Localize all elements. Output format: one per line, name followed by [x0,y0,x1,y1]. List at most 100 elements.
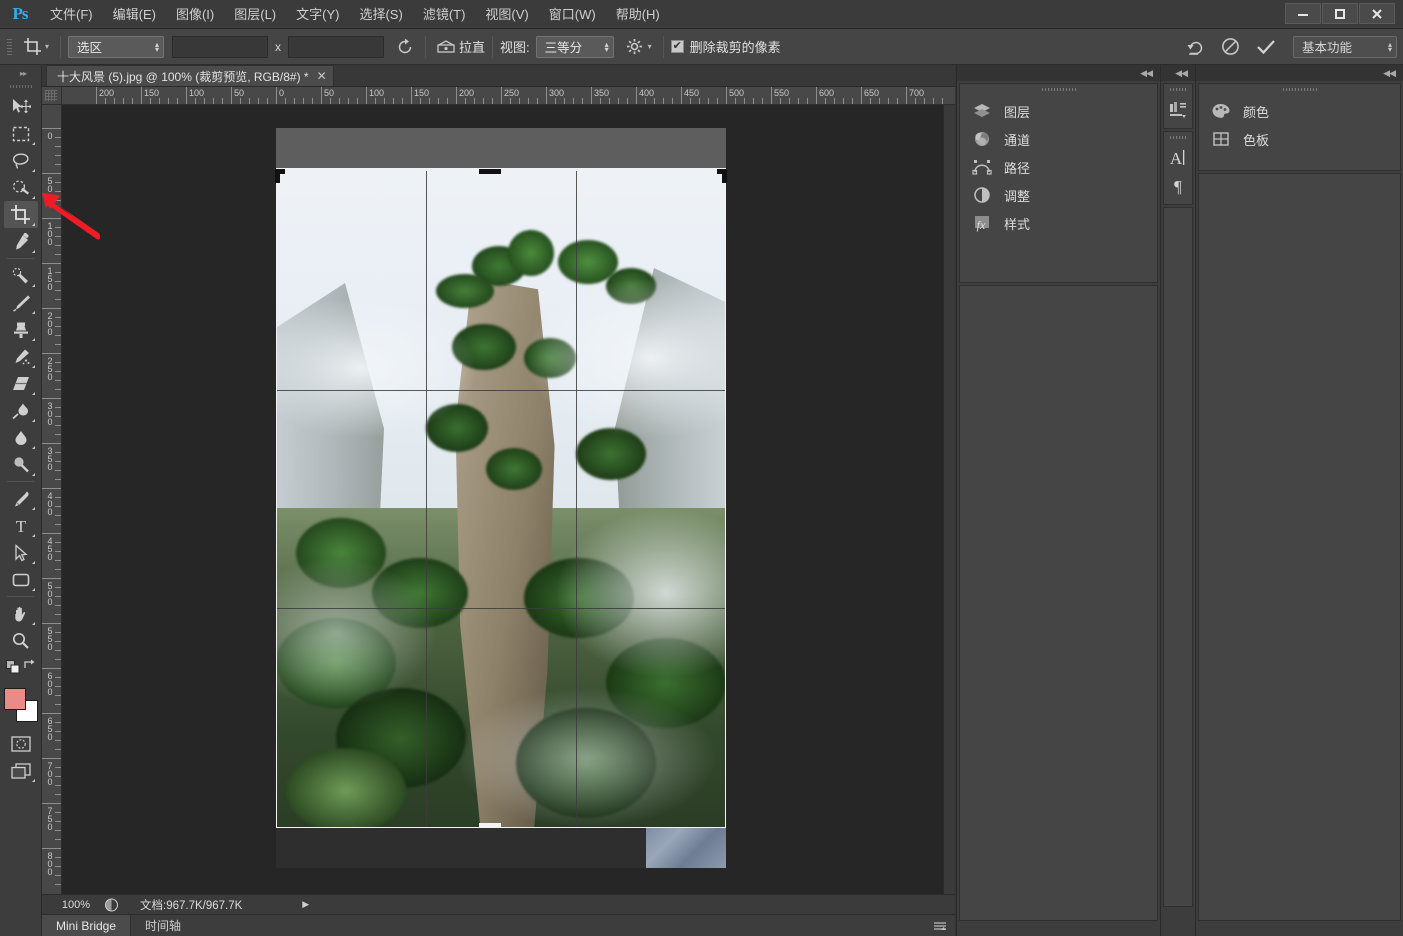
crop-handle-bottom-center[interactable] [479,823,501,828]
crop-height-input[interactable] [288,35,385,58]
crop-preset-select[interactable]: 选区 ▴ ▾ [68,35,165,58]
hand-tool[interactable] [4,600,38,627]
maximize-button[interactable] [1322,3,1358,24]
ruler-minor-tick [55,785,61,786]
menu-image[interactable]: 图像(I) [166,0,224,29]
rotate-swap-icon[interactable] [392,35,418,59]
reset-icon[interactable] [1183,35,1209,59]
crop-handle-top-left-v[interactable] [275,169,280,183]
panel-item-layers[interactable]: 图层 [960,97,1157,125]
image-document[interactable] [275,128,727,868]
clone-stamp-tool[interactable] [4,316,38,343]
document-preview-icon[interactable] [100,897,122,913]
ruler-minor-tick [789,98,790,104]
default-colors-icon[interactable] [6,660,20,674]
menu-file[interactable]: 文件(F) [40,0,103,29]
type-tool[interactable]: T [4,512,38,539]
workspace-select[interactable]: 基本功能 ▴ ▾ [1293,35,1397,58]
lasso-tool[interactable] [4,147,38,174]
crop-overlay-select[interactable]: 三等分 ▴ ▾ [535,35,614,58]
menu-view[interactable]: 视图(V) [475,0,538,29]
crop-tool-icon[interactable] [19,35,45,59]
quick-mask-toggle[interactable] [4,730,38,757]
panel-icon-histogram[interactable] [1163,96,1193,124]
eyedropper-tool[interactable] [4,228,38,255]
panel-item-channels[interactable]: 通道 [960,125,1157,153]
crop-tool-preset-caret-icon[interactable]: ▾ [45,42,49,51]
gear-caret-icon[interactable]: ▾ [648,42,652,51]
menu-select[interactable]: 选择(S) [349,0,412,29]
straighten-icon[interactable] [433,35,459,59]
healing-brush-tool[interactable] [4,262,38,289]
delete-cropped-pixels-checkbox[interactable]: ✔ 删除裁剪的像素 [670,37,781,56]
zoom-tool[interactable] [4,627,38,654]
ruler-minor-tick [123,98,124,104]
vertical-ruler[interactable]: 0501001502002503003504004505005506006507… [42,105,62,910]
panel-icon-paragraph[interactable]: ¶ [1163,172,1193,200]
tool-submenu-indicator-icon [31,169,35,172]
history-brush-tool[interactable] [4,343,38,370]
eraser-tool[interactable] [4,370,38,397]
panel-icon-character[interactable]: A [1163,144,1193,172]
crop-handle-top-center[interactable] [479,169,501,174]
blur-tool[interactable] [4,424,38,451]
close-button[interactable] [1359,3,1395,24]
panel-group-grip[interactable] [1199,84,1400,97]
options-bar-grip[interactable] [6,36,13,57]
photo-foliage [436,274,494,308]
minimize-button[interactable] [1285,3,1321,24]
panel-group-grip[interactable] [1164,84,1192,96]
pen-tool[interactable] [4,485,38,512]
ruler-corner[interactable] [42,87,62,105]
canvas-area[interactable] [62,105,943,910]
panel-group-grip[interactable] [1164,132,1192,144]
close-icon[interactable]: ✕ [317,69,327,83]
move-tool[interactable] [4,93,38,120]
document-tab[interactable]: 十大风景 (5).jpg @ 100% (裁剪预览, RGB/8#) * ✕ [46,65,334,86]
dodge-tool[interactable] [4,451,38,478]
svg-text:fx: fx [977,218,986,232]
zoom-level-input[interactable]: 100% [52,897,100,913]
menu-edit[interactable]: 编辑(E) [103,0,166,29]
ruler-minor-tick [55,191,61,192]
tab-mini-bridge[interactable]: Mini Bridge [42,915,132,936]
swap-colors-icon[interactable] [22,658,36,672]
menu-filter[interactable]: 滤镜(T) [413,0,476,29]
quick-selection-tool[interactable] [4,174,38,201]
tab-timeline[interactable]: 时间轴 [131,915,195,936]
menu-type[interactable]: 文字(Y) [286,0,349,29]
straighten-label[interactable]: 拉直 [459,37,485,56]
marquee-tool[interactable] [4,120,38,147]
gradient-tool[interactable] [4,397,38,424]
collapse-panel-icon[interactable]: ◀◀ [1161,65,1195,81]
crop-width-input[interactable] [172,35,269,58]
cancel-icon[interactable] [1217,35,1243,59]
menu-layer[interactable]: 图层(L) [224,0,286,29]
panel-item-adjustments[interactable]: 调整 [960,181,1157,209]
canvas-vertical-scrollbar[interactable] [943,105,955,910]
foreground-color-swatch[interactable] [3,688,26,710]
expand-toolbar-icon[interactable]: ▸▸ [0,65,41,81]
collapse-panel-icon[interactable]: ◀◀ [957,65,1160,81]
panel-item-styles[interactable]: fx 样式 [960,209,1157,237]
screen-mode-button[interactable] [4,757,38,784]
tool-submenu-indicator-icon [31,534,35,537]
panel-item-color[interactable]: 颜色 [1199,97,1400,125]
panel-menu-icon[interactable] [933,921,947,931]
crop-tool[interactable] [3,201,38,228]
collapse-panel-icon[interactable]: ◀◀ [1196,65,1403,81]
crop-handle-top-right-v[interactable] [722,169,727,183]
menu-window[interactable]: 窗口(W) [539,0,606,29]
brush-tool[interactable] [4,289,38,316]
panel-item-paths[interactable]: 路径 [960,153,1157,181]
commit-check-icon[interactable] [1253,35,1279,59]
menu-help[interactable]: 帮助(H) [606,0,670,29]
panel-item-swatches[interactable]: 色板 [1199,125,1400,153]
panel-group-grip[interactable] [960,84,1157,97]
gear-icon[interactable] [622,35,648,59]
status-expand-arrow-icon[interactable]: ▶ [302,899,309,910]
toolbar-grip[interactable] [0,81,41,93]
path-selection-tool[interactable] [4,539,38,566]
horizontal-ruler[interactable]: 200 150 100 50 0 50 100 150 200 250 300 350 400 450 50… [62,87,955,105]
rectangle-shape-tool[interactable] [4,566,38,593]
